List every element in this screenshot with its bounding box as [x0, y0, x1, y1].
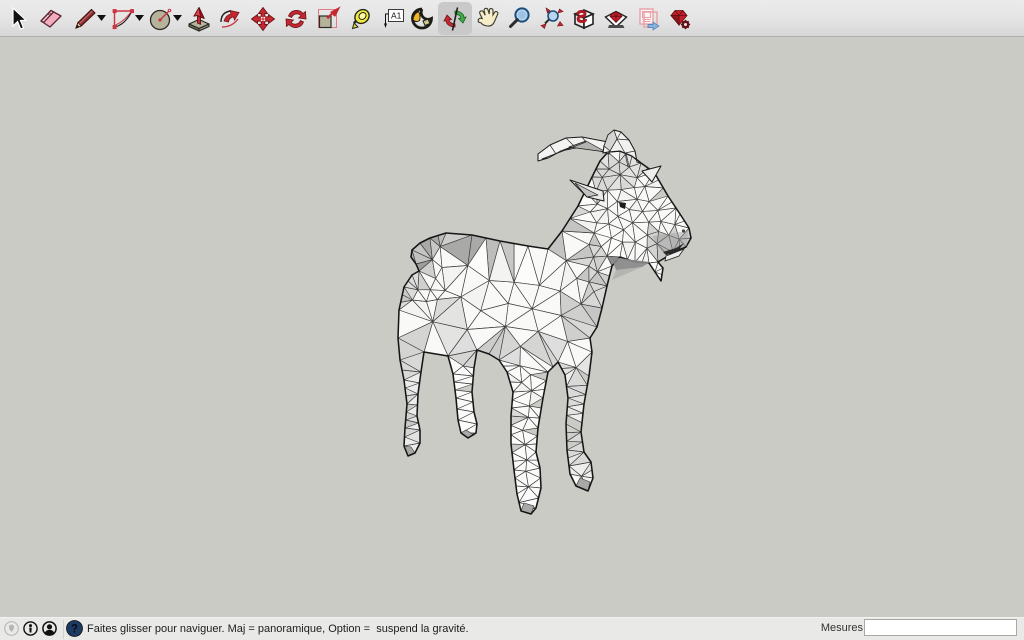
- svg-text:?: ?: [71, 624, 78, 636]
- svg-text:A1: A1: [391, 11, 402, 21]
